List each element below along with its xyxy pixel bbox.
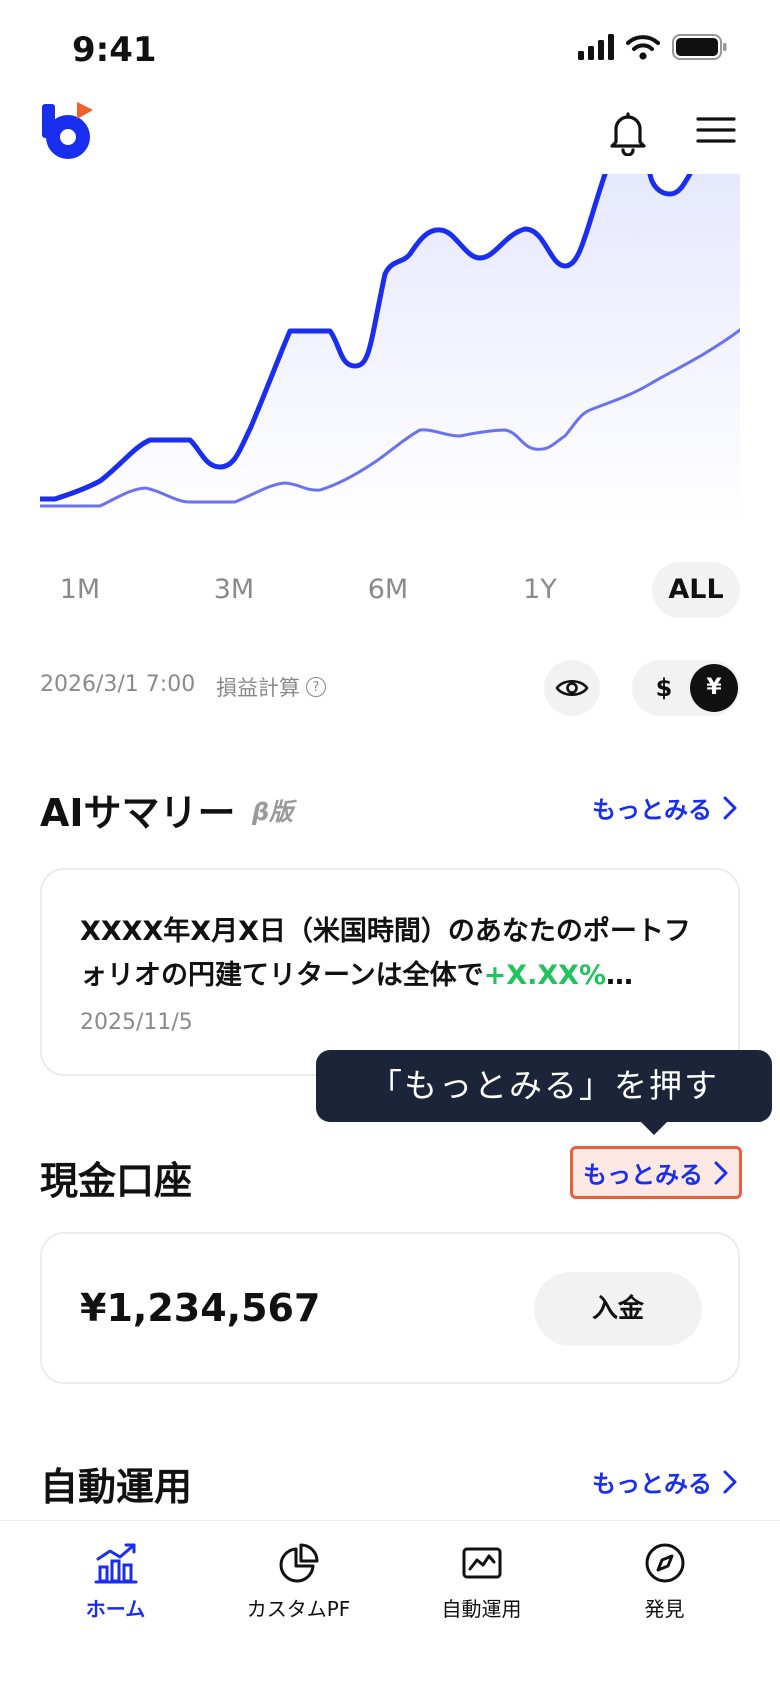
cash-balance: ¥1,234,567 (80, 1286, 321, 1330)
chevron-right-icon (714, 1161, 728, 1184)
pl-calc-label: 損益計算 (216, 676, 300, 700)
chevron-right-icon (723, 1470, 737, 1493)
tab-home-label: ホーム (85, 1597, 146, 1621)
cash-account-title: 現金口座 (40, 1159, 193, 1203)
return-value: +X.XX% (483, 960, 607, 991)
currency-usd-option[interactable]: $ (644, 668, 684, 708)
pie-chart-icon (279, 1543, 318, 1583)
deposit-button[interactable]: 入金 (534, 1272, 702, 1346)
notification-bell-icon[interactable] (604, 108, 652, 156)
auto-invest-title: 自動運用 (40, 1465, 193, 1509)
status-icons (578, 34, 728, 60)
tab-discover-label: 発見 (644, 1597, 685, 1621)
bottom-tab-bar: ホーム カスタムPF 自動運用 発見 (0, 1520, 780, 1688)
range-tab-all[interactable]: ALL (652, 562, 740, 618)
portfolio-chart (40, 174, 740, 524)
tab-custom-pf-label: カスタムPF (246, 1597, 351, 1621)
hamburger-menu-icon[interactable] (696, 110, 736, 150)
ai-summary-more-label: もっとみる (592, 796, 712, 824)
tab-auto-invest-label: 自動運用 (441, 1597, 522, 1621)
app-header (0, 92, 780, 174)
chart-meta-row: 2026/3/1 7:00 損益計算 ? $ ¥ (40, 660, 740, 716)
tab-custom-pf[interactable]: カスタムPF (201, 1541, 396, 1651)
cash-account-card: ¥1,234,567 入金 (40, 1232, 740, 1384)
cash-account-more-link[interactable]: もっとみる (570, 1146, 742, 1199)
chart-timestamp: 2026/3/1 7:00 (40, 672, 196, 697)
home-chart-icon (94, 1543, 137, 1584)
auto-invest-more-link[interactable]: もっとみる (592, 1464, 738, 1499)
pl-calc-link[interactable]: 損益計算 ? (216, 672, 326, 702)
currency-jpy-option[interactable]: ¥ (690, 664, 738, 712)
eye-icon (555, 679, 589, 697)
guide-tooltip: 「もっとみる」を押す (316, 1050, 772, 1122)
line-chart-icon (462, 1547, 501, 1579)
range-tabs: 1M 3M 6M 1Y ALL (40, 562, 740, 618)
ai-summary-date: 2025/11/5 (80, 1010, 193, 1035)
ai-summary-ellipsis: … (606, 960, 634, 991)
currency-toggle[interactable]: $ ¥ (632, 660, 740, 716)
cellular-signal-icon (578, 34, 614, 60)
visibility-toggle-button[interactable] (544, 660, 600, 716)
ai-summary-title: AIサマリー (40, 791, 236, 835)
auto-invest-more-label: もっとみる (592, 1470, 712, 1498)
range-tab-1y[interactable]: 1Y (500, 562, 580, 618)
range-tab-1m[interactable]: 1M (40, 562, 120, 618)
battery-icon (672, 34, 727, 60)
tab-auto-invest[interactable]: 自動運用 (384, 1541, 579, 1651)
ai-summary-text: XXXX年X月X日（米国時間）のあなたのポートフォリオの円建てリターンは全体で+… (80, 910, 700, 998)
tab-home[interactable]: ホーム (18, 1541, 213, 1651)
cash-account-more-label: もっとみる (583, 1161, 703, 1189)
tooltip-arrow (640, 1121, 668, 1135)
app-logo-icon (42, 102, 93, 159)
help-icon[interactable]: ? (306, 677, 326, 697)
compass-icon (645, 1543, 684, 1583)
wifi-icon (626, 35, 660, 60)
chart-area-fill (40, 174, 740, 524)
tab-discover[interactable]: 発見 (567, 1541, 762, 1651)
status-time: 9:41 (72, 30, 157, 70)
beta-badge: β版 (252, 798, 294, 826)
ai-summary-more-link[interactable]: もっとみる (592, 790, 738, 825)
ai-summary-card[interactable]: XXXX年X月X日（米国時間）のあなたのポートフォリオの円建てリターンは全体で+… (40, 868, 740, 1076)
chevron-right-icon (723, 796, 737, 819)
range-tab-6m[interactable]: 6M (348, 562, 428, 618)
status-bar: 9:41 (0, 0, 780, 92)
range-tab-3m[interactable]: 3M (194, 562, 274, 618)
